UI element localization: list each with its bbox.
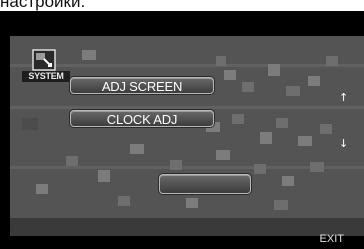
background-tile: [22, 118, 38, 130]
background-tile: [260, 132, 272, 144]
lcd-screen: SYSTEM ADJ SCREEN CLOCK ADJ ↑ ↓ EXIT: [0, 11, 364, 249]
background-tile: [36, 184, 48, 194]
background-stripe: [10, 106, 364, 109]
background-tile: [308, 76, 320, 86]
background-tile: [268, 64, 280, 76]
background-tile: [282, 176, 294, 186]
page-caption: настройки.: [0, 0, 86, 11]
background-tile: [216, 150, 230, 160]
blank-menu-button[interactable]: [159, 174, 251, 194]
background-tile: [66, 156, 78, 166]
background-tile: [82, 50, 96, 60]
background-tile: [286, 86, 300, 96]
arrow-up-icon[interactable]: ↑: [339, 92, 348, 103]
system-settings-icon: [32, 49, 56, 71]
adj-screen-button[interactable]: ADJ SCREEN: [70, 77, 214, 94]
background-tile: [242, 82, 254, 92]
bottom-bar: [10, 218, 364, 236]
background-tile: [232, 114, 244, 124]
background-tile: [98, 170, 110, 182]
background-tile: [320, 124, 332, 134]
clock-adj-button[interactable]: CLOCK ADJ: [70, 110, 214, 127]
background-tile: [118, 196, 130, 206]
background-tile: [298, 136, 312, 146]
background-tile: [254, 164, 266, 174]
background-tile: [274, 200, 288, 210]
background-tile: [216, 56, 226, 66]
exit-button[interactable]: EXIT: [320, 233, 344, 245]
background-tile: [326, 56, 338, 66]
background-tile: [276, 118, 288, 128]
system-section: SYSTEM: [22, 49, 70, 85]
background-tile: [130, 144, 144, 154]
background-tile: [224, 70, 236, 80]
background-tile: [186, 198, 198, 208]
arrow-down-icon[interactable]: ↓: [339, 138, 348, 149]
background-tile: [310, 162, 324, 172]
background-tile: [170, 160, 182, 170]
section-label: SYSTEM: [22, 71, 70, 82]
